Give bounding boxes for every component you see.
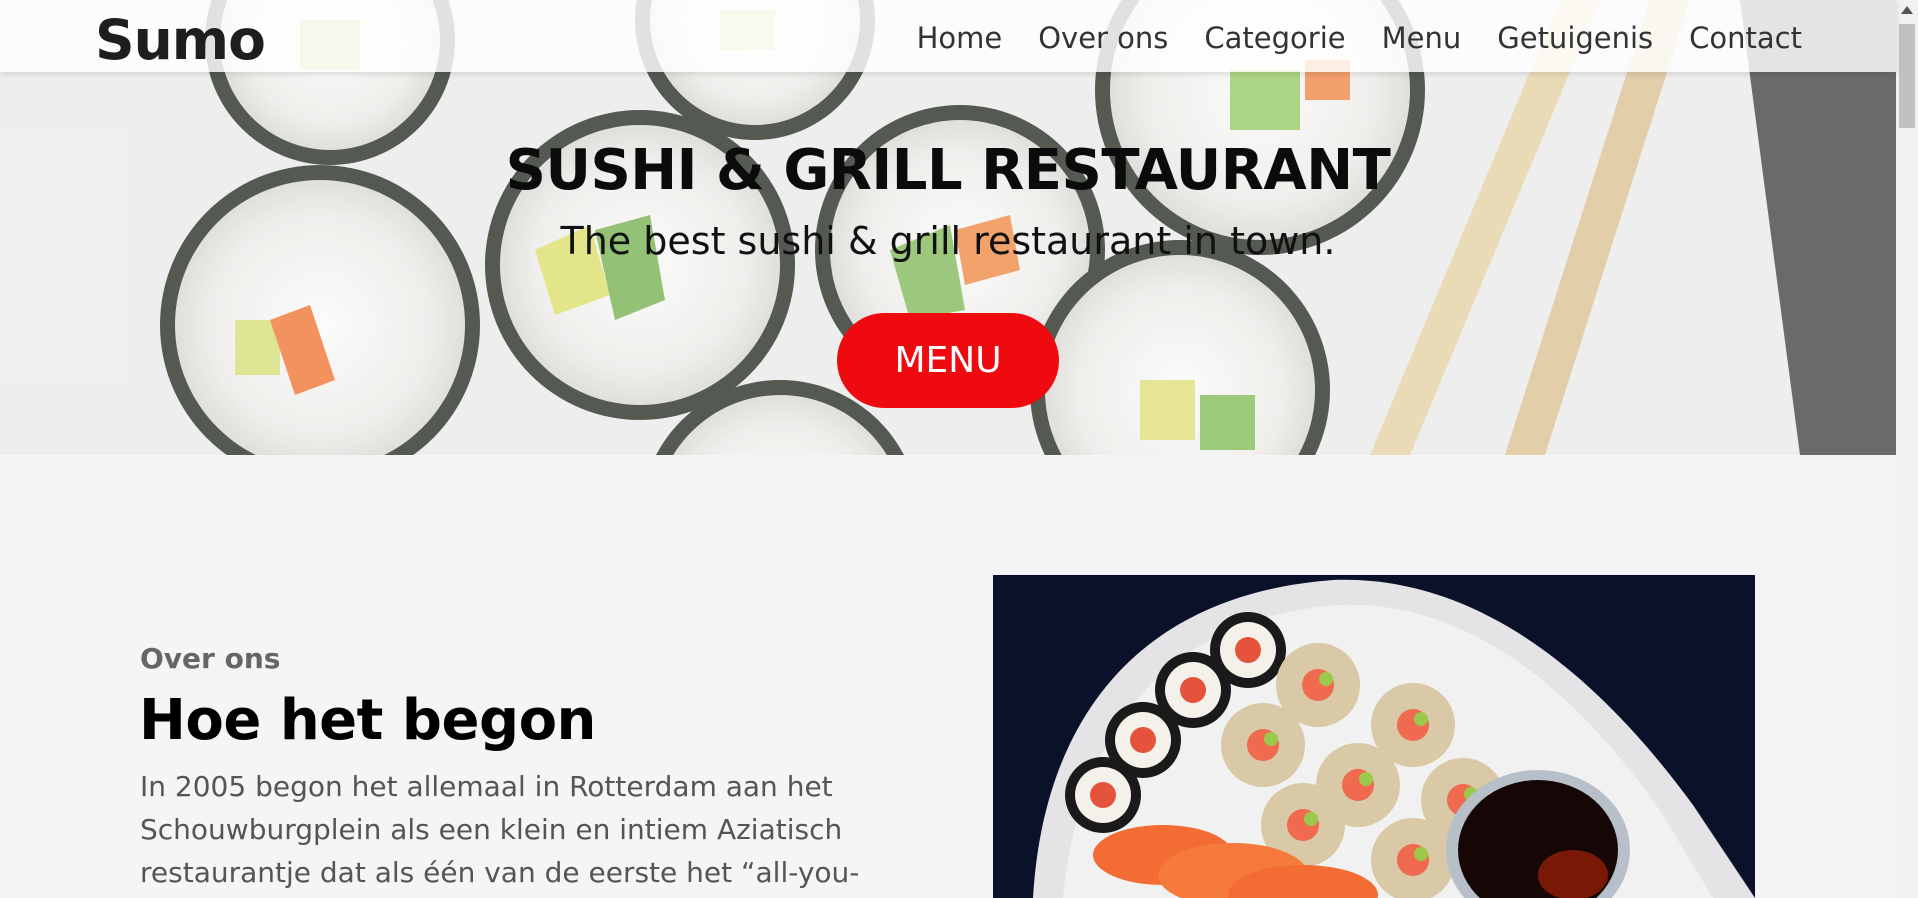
nav-link-getuigenis[interactable]: Getuigenis: [1497, 18, 1653, 58]
nav-link-contact[interactable]: Contact: [1689, 18, 1802, 58]
hero-title: SUSHI & GRILL RESTAURANT: [505, 138, 1391, 203]
nav-link-menu[interactable]: Menu: [1382, 18, 1462, 58]
about-title: Hoe het begon: [139, 688, 596, 753]
scroll-up-arrow-icon[interactable]: [1901, 6, 1913, 14]
sushi-platter-image: [993, 575, 1755, 898]
sushi-platter-illustration: [993, 575, 1755, 898]
menu-button[interactable]: MENU: [837, 313, 1059, 408]
nav-links: Home Over ons Categorie Menu Getuigenis …: [881, 18, 1802, 58]
nav-link-over-ons[interactable]: Over ons: [1038, 18, 1168, 58]
about-text: In 2005 begon het allemaal in Rotterdam …: [140, 770, 860, 889]
hero-subtitle: The best sushi & grill restaurant in tow…: [560, 219, 1336, 263]
nav-link-home[interactable]: Home: [917, 18, 1003, 58]
nav-link-categorie[interactable]: Categorie: [1204, 18, 1345, 58]
page-scrollbar[interactable]: [1896, 0, 1918, 898]
site-logo[interactable]: Sumo: [95, 6, 266, 74]
about-label: Over ons: [140, 642, 281, 675]
scrollbar-thumb[interactable]: [1899, 24, 1915, 128]
top-navigation: Sumo Home Over ons Categorie Menu Getuig…: [0, 0, 1896, 72]
